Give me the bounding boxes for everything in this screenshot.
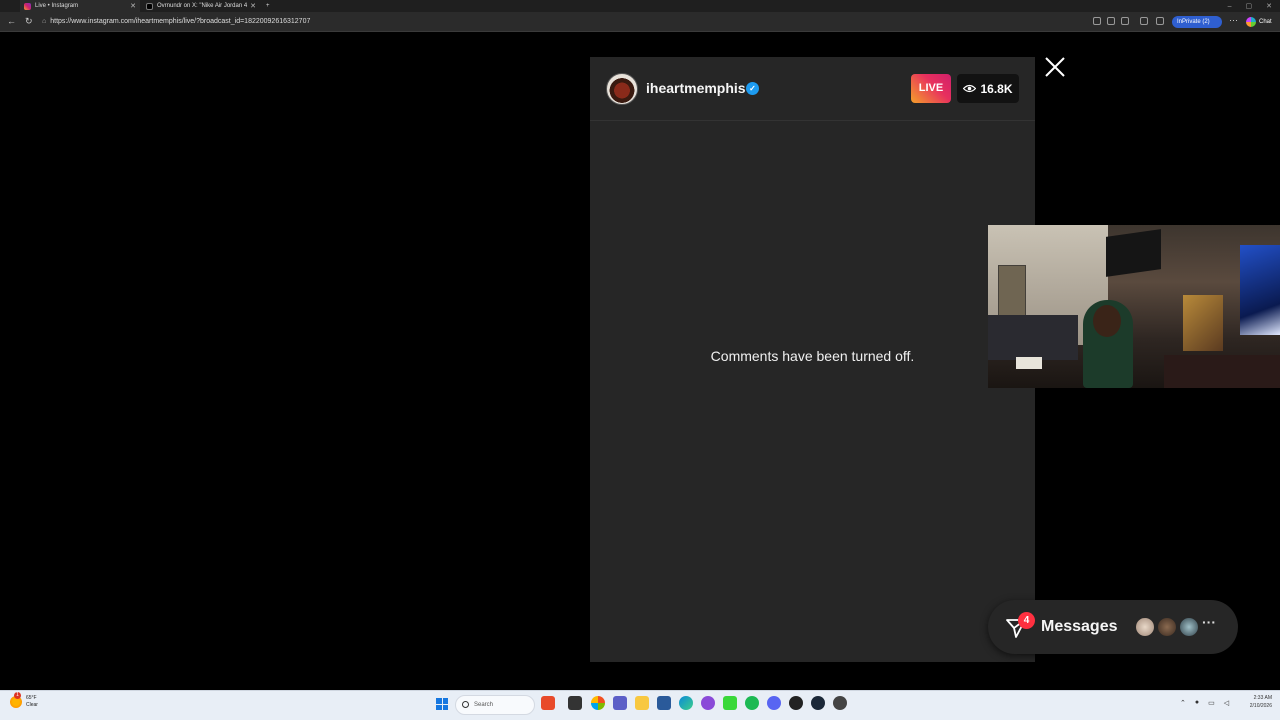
network-icon[interactable]: ▭: [1208, 699, 1215, 707]
live-panel: iheartmemphis ✓ LIVE 16.8K Comments have…: [590, 57, 1035, 662]
inprivate-badge[interactable]: InPrivate (2): [1172, 16, 1222, 28]
tab-label: Ovrnundr on X: "Nike Air Jordan 4: [157, 3, 248, 9]
live-header: iheartmemphis ✓ LIVE 16.8K: [590, 57, 1035, 121]
app-icon[interactable]: [789, 696, 803, 710]
discord-icon[interactable]: [767, 696, 781, 710]
favorites-icon[interactable]: [1156, 17, 1164, 25]
webcam-overlay: [988, 225, 1280, 388]
unread-badge: 4: [1018, 612, 1035, 629]
file-explorer-icon[interactable]: [635, 696, 649, 710]
weather-widget[interactable]: 1 65°F Clear: [10, 692, 38, 709]
app-icon[interactable]: [568, 696, 582, 710]
username[interactable]: iheartmemphis: [646, 80, 746, 96]
edge-icon[interactable]: [679, 696, 693, 710]
favorite-star-icon[interactable]: [1121, 17, 1129, 25]
verified-badge-icon: ✓: [746, 82, 759, 95]
back-icon[interactable]: ←: [7, 16, 16, 26]
tracking-icon[interactable]: [1107, 17, 1115, 25]
minimize-icon[interactable]: –: [1228, 3, 1232, 10]
maximize-icon[interactable]: ▢: [1246, 2, 1253, 10]
zoom-icon[interactable]: [1093, 17, 1101, 25]
taskbar-search[interactable]: Search: [455, 695, 535, 715]
close-tab-icon[interactable]: ✕: [130, 2, 136, 10]
app-icon[interactable]: [657, 696, 671, 710]
microphone-icon[interactable]: ●: [1195, 699, 1199, 707]
close-tab-icon[interactable]: ✕: [250, 2, 256, 10]
chat-label: Chat: [1259, 19, 1272, 25]
search-placeholder: Search: [474, 702, 494, 708]
chevron-up-icon[interactable]: ⌃: [1180, 699, 1186, 707]
avatar: [1156, 616, 1178, 638]
plus-icon: +: [266, 3, 270, 9]
volume-icon[interactable]: ◁: [1224, 699, 1229, 707]
window-controls: – ▢ ✕: [1228, 0, 1272, 12]
address-bar[interactable]: ⌂ https://www.instagram.com/iheartmemphis…: [42, 15, 1102, 29]
app-icon[interactable]: [723, 696, 737, 710]
teams-icon[interactable]: [613, 696, 627, 710]
tab-label: Live • Instagram: [35, 3, 79, 9]
messages-button[interactable]: 4 Messages ···: [988, 600, 1238, 654]
close-window-icon[interactable]: ✕: [1266, 2, 1272, 10]
weather-temp: 65°F: [26, 695, 37, 701]
lock-icon: ⌂: [42, 18, 47, 25]
copilot-chat-button[interactable]: Chat: [1246, 16, 1272, 28]
avatar: [1134, 616, 1156, 638]
new-tab-button[interactable]: +: [262, 0, 276, 12]
windows-start-icon[interactable]: [436, 698, 448, 710]
viewer-count-text: 16.8K: [980, 81, 1013, 96]
sun-icon: 1: [10, 692, 22, 708]
weather-desc: Clear: [26, 702, 38, 708]
close-icon[interactable]: [1043, 55, 1067, 79]
copilot-icon: [1246, 17, 1256, 27]
app-icon[interactable]: [591, 696, 605, 710]
spotify-icon[interactable]: [745, 696, 759, 710]
system-tray[interactable]: ⌃ ● ▭ ◁: [1180, 699, 1229, 707]
app-icon[interactable]: [701, 696, 715, 710]
extensions-icon[interactable]: [1140, 17, 1148, 25]
clock[interactable]: 2:33 AM 2/10/2026: [1240, 694, 1272, 710]
clock-date: 2/10/2026: [1249, 703, 1272, 709]
refresh-icon[interactable]: ↻: [25, 16, 33, 27]
tab-strip: Live • Instagram ✕ Ovrnundr on X: "Nike …: [0, 0, 1280, 12]
comments-off-notice: Comments have been turned off.: [710, 348, 915, 364]
viewer-count: 16.8K: [957, 74, 1019, 103]
steam-icon[interactable]: [811, 696, 825, 710]
more-icon[interactable]: ···: [1202, 614, 1216, 630]
address-toolbar: ← ↻ ⌂ https://www.instagram.com/iheartmem…: [0, 12, 1280, 32]
clock-time: 2:33 AM: [1253, 695, 1272, 701]
avatar[interactable]: [606, 73, 638, 105]
tab-instagram-live[interactable]: Live • Instagram ✕: [20, 0, 140, 12]
x-logo-icon: [146, 2, 153, 10]
instagram-icon: [24, 2, 31, 10]
live-badge: LIVE: [911, 74, 951, 103]
tab-x-post[interactable]: Ovrnundr on X: "Nike Air Jordan 4 ✕: [142, 0, 260, 12]
messages-label: Messages: [1041, 618, 1118, 635]
avatar: [1178, 616, 1200, 638]
app-icon[interactable]: [541, 696, 555, 710]
search-icon: [462, 701, 469, 708]
taskbar: 1 65°F Clear Search ⌃ ● ▭ ◁ 2:33 AM 2/10…: [0, 690, 1280, 720]
url-text: https://www.instagram.com/iheartmemphis/…: [50, 18, 311, 25]
app-icon[interactable]: [833, 696, 847, 710]
eye-icon: [963, 84, 977, 93]
more-icon[interactable]: ⋯: [1229, 15, 1238, 26]
